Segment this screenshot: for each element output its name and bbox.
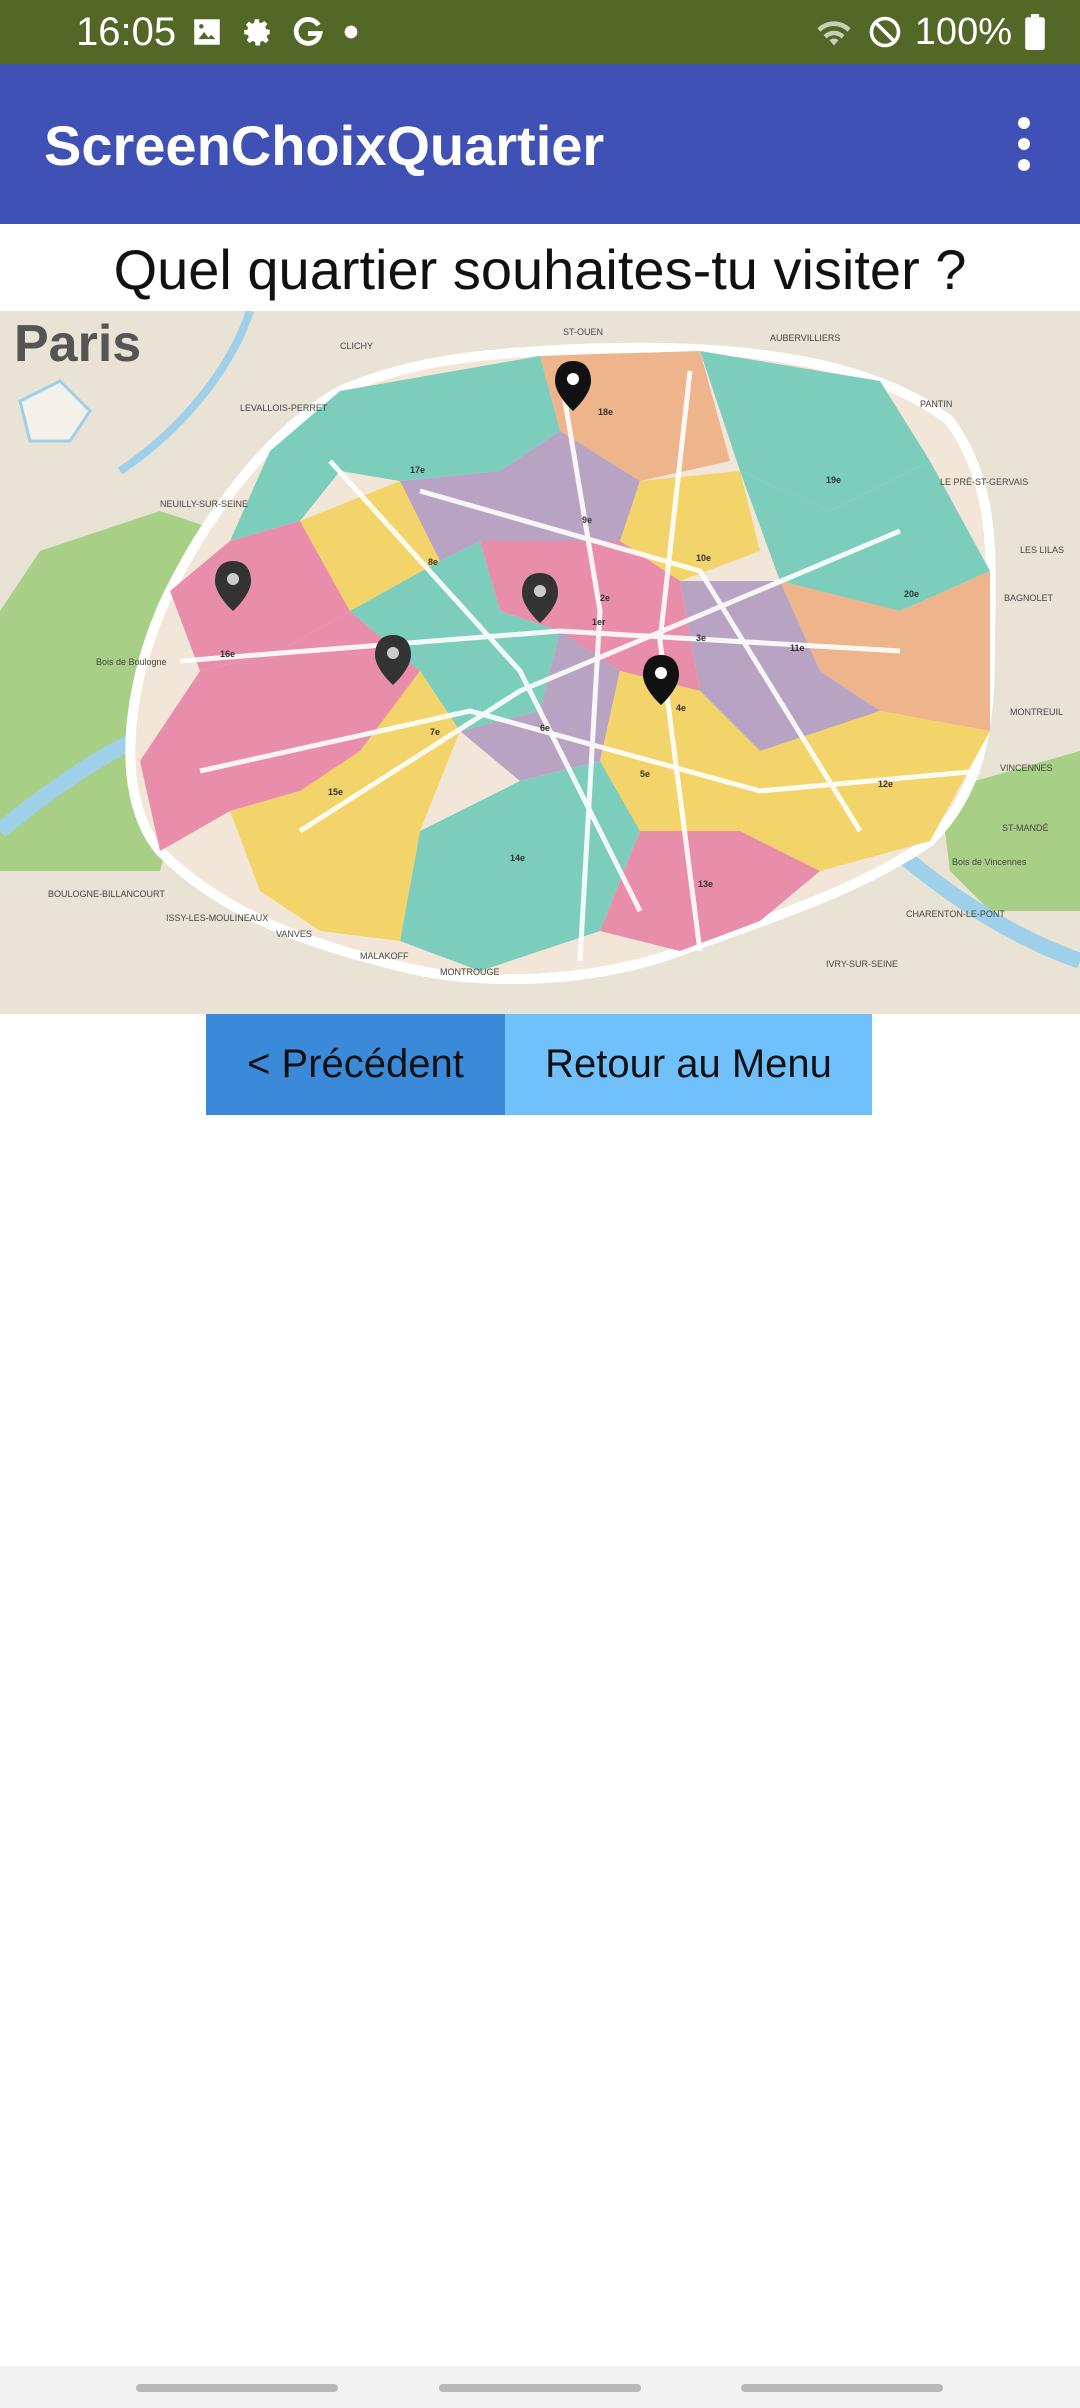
map-label-bagnolet: BAGNOLET xyxy=(1004,593,1054,603)
arr-label-13: 13e xyxy=(698,879,713,889)
map-label-malakoff: MALAKOFF xyxy=(360,951,409,961)
map-city-label: Paris xyxy=(14,315,141,373)
more-vert-icon[interactable] xyxy=(988,104,1060,184)
battery-percent: 100% xyxy=(914,11,1012,53)
status-icons-left xyxy=(190,10,360,54)
map-label-bois-vincennes: Bois de Vincennes xyxy=(952,857,1027,867)
arr-label-20: 20e xyxy=(904,589,919,599)
map-label-vanves: VANVES xyxy=(276,929,312,939)
arr-label-17: 17e xyxy=(410,465,425,475)
map-label-montrouge: MONTROUGE xyxy=(440,967,500,977)
dot-icon xyxy=(344,25,358,39)
map-label-clichy: CLICHY xyxy=(340,341,373,351)
paris-map[interactable]: Paris CLICHY ST-OUEN AUBERVILLIERS LEVAL… xyxy=(0,309,1080,1014)
arr-label-18: 18e xyxy=(598,407,613,417)
map-label-charenton: CHARENTON-LE-PONT xyxy=(906,909,1005,919)
button-row: < Précédent Retour au Menu xyxy=(206,1014,872,1115)
map-svg: Paris CLICHY ST-OUEN AUBERVILLIERS LEVAL… xyxy=(0,309,1080,1014)
map-label-pantin: PANTIN xyxy=(920,399,952,409)
image-icon xyxy=(194,19,220,45)
arr-label-5: 5e xyxy=(640,769,650,779)
arr-label-7: 7e xyxy=(430,727,440,737)
map-label-issy: ISSY-LES-MOULINEAUX xyxy=(166,913,268,923)
gear-icon xyxy=(244,19,270,46)
arr-label-3: 3e xyxy=(696,633,706,643)
app-title: ScreenChoixQuartier xyxy=(44,114,605,177)
arr-label-16: 16e xyxy=(220,649,235,659)
nav-pill-left[interactable] xyxy=(136,2384,338,2392)
arr-label-8: 8e xyxy=(428,557,438,567)
arr-label-10: 10e xyxy=(696,553,711,563)
page-question: Quel quartier souhaites-tu visiter ? xyxy=(113,238,967,301)
previous-button[interactable]: < Précédent xyxy=(206,1014,505,1115)
map-label-ivry: IVRY-SUR-SEINE xyxy=(826,959,898,969)
nav-pill-right[interactable] xyxy=(741,2384,943,2392)
status-bar: 16:05 100% xyxy=(0,0,1080,64)
arr-label-11: 11e xyxy=(790,643,805,653)
arr-label-6: 6e xyxy=(540,723,550,733)
do-not-disturb-icon xyxy=(869,16,901,48)
map-label-le-pre: LE PRÉ-ST-GERVAIS xyxy=(940,477,1028,487)
arr-label-19: 19e xyxy=(826,475,841,485)
map-label-st-mande: ST-MANDÉ xyxy=(1002,823,1049,833)
map-label-aubervilliers: AUBERVILLIERS xyxy=(770,333,840,343)
map-label-neuilly: NEUILLY-SUR-SEINE xyxy=(160,499,248,509)
map-label-vincennes: VINCENNES xyxy=(1000,763,1053,773)
navigation-bar xyxy=(0,2366,1080,2408)
arr-label-2: 2e xyxy=(600,593,610,603)
back-to-menu-button[interactable]: Retour au Menu xyxy=(505,1014,872,1115)
map-label-les-lilas: LES LILAS xyxy=(1020,545,1064,555)
arr-label-9: 9e xyxy=(582,515,592,525)
status-time: 16:05 xyxy=(76,10,177,54)
map-label-bois-boulogne: Bois de Boulogne xyxy=(96,657,167,667)
arr-label-14: 14e xyxy=(510,853,525,863)
status-icons-right: 100% xyxy=(813,6,1046,58)
arr-label-1: 1er xyxy=(592,617,606,627)
map-label-boulogne: BOULOGNE-BILLANCOURT xyxy=(48,889,165,899)
arr-label-12: 12e xyxy=(878,779,893,789)
battery-icon xyxy=(1025,14,1045,50)
google-icon xyxy=(293,17,323,46)
map-label-levallois: LEVALLOIS-PERRET xyxy=(240,403,328,413)
wifi-icon xyxy=(817,21,851,46)
nav-pill-center[interactable] xyxy=(439,2384,641,2392)
arr-label-4: 4e xyxy=(676,703,686,713)
arr-label-15: 15e xyxy=(328,787,343,797)
map-label-st-ouen: ST-OUEN xyxy=(563,327,603,337)
app-bar: ScreenChoixQuartier xyxy=(0,64,1080,224)
map-label-montreuil: MONTREUIL xyxy=(1010,707,1063,717)
